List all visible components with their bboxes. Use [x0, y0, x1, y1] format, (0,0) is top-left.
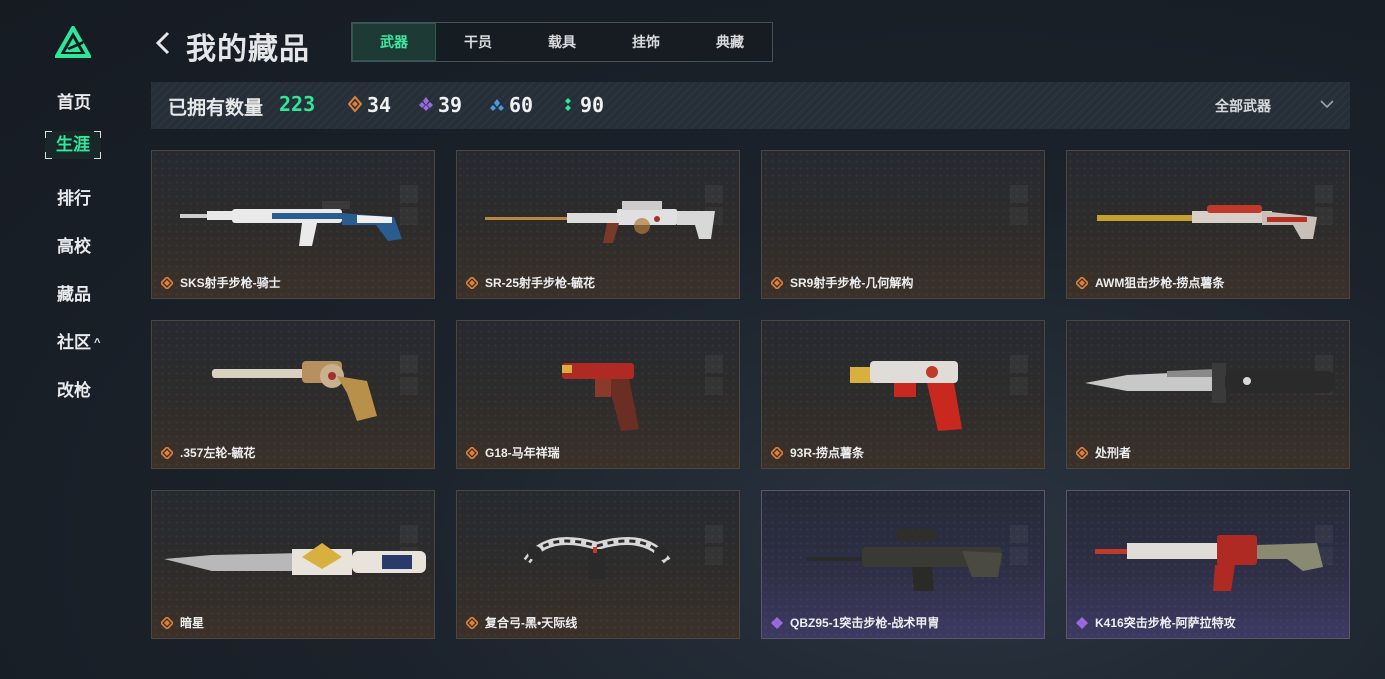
collection-card-sks[interactable]: SKS射手步枪-骑士: [151, 150, 435, 299]
purple-diamond-icon: [419, 97, 433, 111]
sidebar-item-label: 社区: [57, 333, 91, 352]
orange-diamond-icon: [771, 446, 783, 459]
chevron-down-icon[interactable]: [1319, 98, 1335, 110]
sidebar-item-career[interactable]: 生涯: [45, 131, 101, 159]
owned-count-label: 已拥有数量: [168, 98, 264, 119]
collection-card-g18[interactable]: G18-马年祥瑞: [456, 320, 740, 469]
knife-skin-image: [164, 543, 426, 575]
item-name: SKS射手步枪-骑士: [161, 274, 281, 291]
tab-operators[interactable]: 干员: [436, 23, 520, 61]
owned-count-value: 223: [279, 92, 316, 116]
page-title: 我的藏品: [186, 33, 310, 66]
tab-vehicles[interactable]: 载具: [520, 23, 604, 61]
rarity-count-purple: 39: [419, 93, 462, 117]
tab-charms[interactable]: 挂饰: [604, 23, 688, 61]
item-name: 暗星: [161, 614, 204, 631]
item-name: SR9射手步枪-几何解构: [771, 274, 913, 291]
collection-card-sr9[interactable]: SR9射手步枪-几何解构: [761, 150, 1045, 299]
revolver-skin-image: [212, 361, 377, 421]
rarity-count-orange: 34: [348, 93, 391, 117]
rifle-skin-image: [1095, 535, 1323, 591]
tab-classics[interactable]: 典藏: [688, 23, 772, 61]
collection-grid: SKS射手步枪-骑士 SR-25射手步枪-毓花 SR9射手步枪-几何解构 AWM…: [151, 150, 1351, 640]
category-tabs: 武器 干员 载具 挂饰 典藏: [351, 22, 773, 62]
item-name: 处刑者: [1076, 444, 1131, 461]
collection-card-executioner[interactable]: 处刑者: [1066, 320, 1350, 469]
rifle-skin-image: [180, 201, 402, 246]
sidebar-item-label: 生涯: [56, 135, 90, 154]
collection-card-awm[interactable]: AWM狙击步枪-捞点薯条: [1066, 150, 1350, 299]
orange-diamond-icon: [771, 276, 783, 289]
sidebar-item-home[interactable]: 首页: [57, 88, 91, 113]
tab-weapons[interactable]: 武器: [352, 23, 436, 61]
purple-diamond-icon: [1076, 616, 1088, 629]
sidebar-item-gunsmith[interactable]: 改枪: [57, 376, 91, 401]
collection-card-357[interactable]: .357左轮-毓花: [151, 320, 435, 469]
orange-diamond-icon: [161, 446, 173, 459]
rifle-skin-image: [485, 201, 715, 243]
item-name: 复合弓-黑•天际线: [466, 614, 577, 631]
collection-card-dark-star[interactable]: 暗星: [151, 490, 435, 639]
collection-card-93r[interactable]: 93R-捞点薯条: [761, 320, 1045, 469]
chevron-up-icon: ^: [94, 337, 101, 349]
item-name: QBZ95-1突击步枪-战术甲胄: [771, 614, 939, 631]
green-dots-icon: [565, 98, 571, 111]
collection-card-k416[interactable]: K416突击步枪-阿萨拉特攻: [1066, 490, 1350, 639]
orange-diamond-icon: [161, 276, 173, 289]
blue-diamond-icon: [490, 99, 504, 111]
item-name: .357左轮-毓花: [161, 444, 255, 461]
collection-stats-bar: 已拥有数量 223 34 39 60 90 全部武器: [151, 82, 1350, 129]
orange-diamond-icon: [466, 616, 478, 629]
knife-skin-image: [1085, 363, 1335, 403]
rifle-skin-image: [1097, 205, 1317, 239]
orange-diamond-icon: [1076, 276, 1088, 289]
orange-diamond-icon: [161, 616, 173, 629]
rarity-count-blue: 60: [490, 93, 533, 117]
sidebar-item-college[interactable]: 高校: [57, 232, 91, 257]
sidebar-item-ranking[interactable]: 排行: [57, 184, 91, 209]
item-name: SR-25射手步枪-毓花: [466, 274, 595, 291]
sidebar-item-collection[interactable]: 藏品: [57, 280, 91, 305]
sidebar-item-community[interactable]: 社区 ^: [57, 328, 100, 353]
item-name: 93R-捞点薯条: [771, 444, 864, 461]
pistol-skin-image: [850, 361, 962, 431]
orange-diamond-icon: [466, 446, 478, 459]
bow-skin-image: [523, 537, 671, 579]
collection-card-qbz95[interactable]: QBZ95-1突击步枪-战术甲胄: [761, 490, 1045, 639]
orange-diamond-icon: [1076, 446, 1088, 459]
back-arrow-icon[interactable]: [154, 30, 172, 56]
purple-diamond-icon: [771, 616, 783, 629]
weapon-filter-dropdown[interactable]: 全部武器: [1215, 96, 1271, 116]
item-name: G18-马年祥瑞: [466, 444, 560, 461]
collection-card-compound-bow[interactable]: 复合弓-黑•天际线: [456, 490, 740, 639]
orange-diamond-icon: [466, 276, 478, 289]
sidebar: 首页 生涯 排行 高校 藏品 社区 ^ 改枪: [0, 0, 145, 679]
rarity-count-green: 90: [561, 93, 604, 117]
app-logo-icon[interactable]: [55, 26, 91, 58]
rifle-skin-image: [807, 529, 1002, 591]
item-name: AWM狙击步枪-捞点薯条: [1076, 274, 1224, 291]
item-name: K416突击步枪-阿萨拉特攻: [1076, 614, 1236, 631]
pistol-skin-image: [562, 363, 639, 431]
collection-card-sr25[interactable]: SR-25射手步枪-毓花: [456, 150, 740, 299]
orange-diamond-icon: [348, 95, 362, 113]
